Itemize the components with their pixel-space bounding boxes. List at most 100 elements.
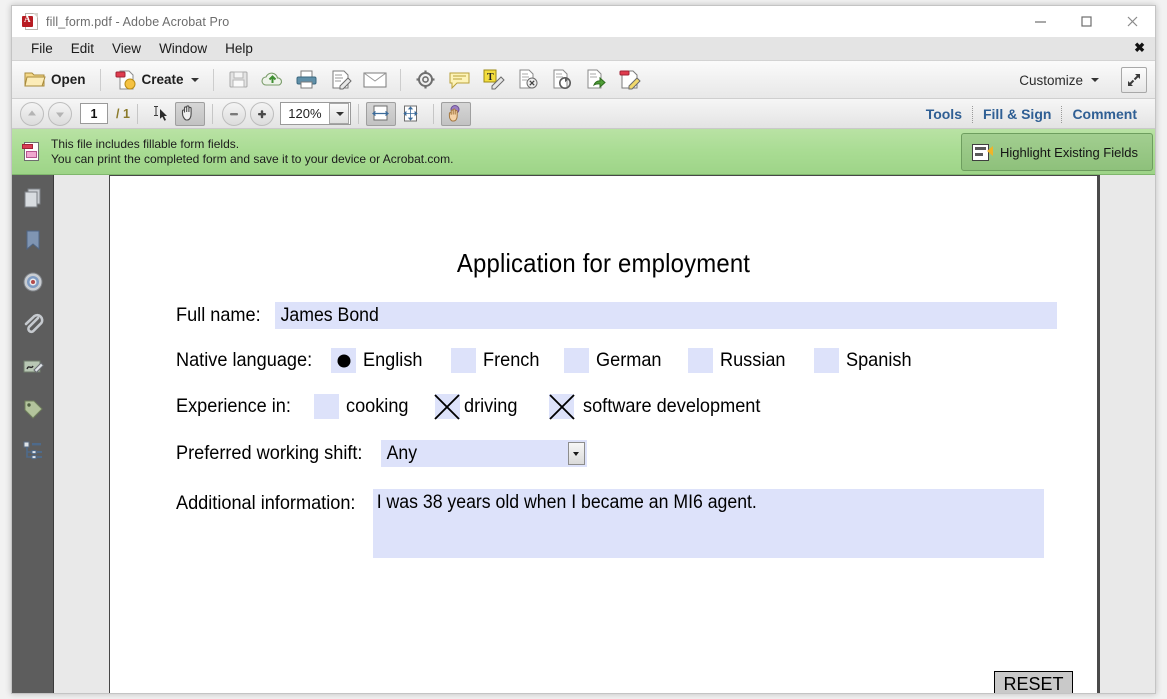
- check-x-mark-icon: [549, 393, 575, 420]
- create-pdf-icon: [115, 70, 137, 90]
- customize-label: Customize: [1019, 72, 1083, 88]
- menu-edit[interactable]: Edit: [62, 37, 103, 61]
- experience-label: Experience in:: [176, 395, 291, 417]
- checkbox-software-development[interactable]: [549, 393, 575, 420]
- rotate-page-icon[interactable]: [545, 65, 579, 95]
- navigation-toolbar: 1 / 1 120% Tools Fill & Sign Comment: [12, 99, 1155, 129]
- radio-german[interactable]: [564, 348, 590, 373]
- menu-view[interactable]: View: [103, 37, 150, 61]
- maximize-button[interactable]: [1063, 6, 1109, 37]
- page-thumbnails-icon[interactable]: [18, 183, 48, 213]
- radio-russian[interactable]: [688, 348, 714, 373]
- chevron-down-icon: [190, 77, 199, 82]
- select-cursor-icon[interactable]: [145, 102, 175, 126]
- create-label: Create: [141, 72, 184, 87]
- menu-help[interactable]: Help: [216, 37, 262, 61]
- pan-and-zoom-icon[interactable]: [440, 101, 471, 126]
- toolbar-divider: [399, 68, 401, 91]
- create-button[interactable]: Create: [109, 65, 205, 95]
- native-language-label: Native language:: [176, 349, 313, 371]
- radio-spanish[interactable]: [813, 348, 839, 373]
- cloud-upload-icon[interactable]: [256, 65, 290, 95]
- menu-bar: File Edit View Window Help ✖: [12, 37, 1155, 61]
- zoom-in-icon[interactable]: [249, 101, 274, 126]
- additional-info-textarea[interactable]: I was 38 years old when I became an MI6 …: [372, 489, 1044, 558]
- radio-russian-label: Russian: [720, 349, 787, 371]
- highlight-fields-icon: [971, 143, 993, 161]
- open-button[interactable]: Open: [18, 65, 92, 95]
- additional-info-label: Additional information:: [176, 492, 356, 514]
- pdf-page: Application for employment Full name: Ja…: [109, 175, 1100, 693]
- chevron-down-icon: [335, 111, 344, 116]
- toolbar-divider: [212, 68, 214, 91]
- bookmarks-icon[interactable]: [18, 225, 48, 255]
- window-title: fill_form.pdf - Adobe Acrobat Pro: [46, 14, 230, 29]
- content-tree-icon[interactable]: [18, 435, 48, 465]
- print-icon[interactable]: [290, 65, 324, 95]
- total-pages-label: / 1: [116, 106, 130, 121]
- export-page-icon[interactable]: [579, 65, 613, 95]
- window-controls: [1017, 6, 1155, 37]
- comment-link[interactable]: Comment: [1062, 106, 1147, 122]
- radio-english[interactable]: [331, 348, 357, 373]
- close-ribbon-icon[interactable]: ✖: [1134, 41, 1145, 55]
- open-label: Open: [51, 72, 86, 87]
- destinations-icon[interactable]: [18, 267, 48, 297]
- highlight-existing-fields-button[interactable]: Highlight Existing Fields: [960, 133, 1153, 171]
- menu-window[interactable]: Window: [150, 37, 216, 61]
- delete-page-icon[interactable]: [511, 65, 545, 95]
- signatures-icon[interactable]: [18, 351, 48, 381]
- next-page-button[interactable]: [48, 101, 72, 126]
- toolbar-divider: [432, 103, 434, 124]
- minimize-button[interactable]: [1017, 6, 1063, 37]
- menu-file[interactable]: File: [22, 37, 62, 61]
- previous-page-button[interactable]: [20, 101, 44, 126]
- notification-line-2: You can print the completed form and sav…: [51, 151, 454, 166]
- tools-link[interactable]: Tools: [916, 106, 972, 122]
- checkbox-software-development-label: software development: [583, 395, 761, 417]
- notification-line-1: This file includes fillable form fields.: [51, 136, 240, 151]
- customize-button[interactable]: Customize: [1019, 61, 1099, 99]
- native-language-row: Native language: English French German R…: [176, 348, 1097, 373]
- zoom-out-icon[interactable]: [221, 101, 246, 126]
- zoom-level-value: 120%: [288, 106, 322, 121]
- fill-and-sign-link[interactable]: Fill & Sign: [973, 106, 1061, 122]
- checkbox-cooking[interactable]: [313, 394, 339, 419]
- chevron-down-icon: [1091, 78, 1099, 82]
- edit-document-icon[interactable]: [613, 65, 647, 95]
- chevron-down-icon[interactable]: [567, 442, 585, 465]
- attachments-icon[interactable]: [18, 309, 48, 339]
- radio-english-label: English: [363, 349, 423, 371]
- fit-width-icon[interactable]: [365, 101, 396, 126]
- document-viewport[interactable]: Application for employment Full name: Ja…: [54, 175, 1155, 693]
- full-name-input[interactable]: James Bond: [275, 302, 1058, 329]
- reset-button[interactable]: RESET: [994, 671, 1073, 693]
- hand-tool-icon[interactable]: [174, 101, 205, 126]
- gear-icon[interactable]: [409, 65, 443, 95]
- open-folder-icon: [24, 70, 46, 89]
- fit-page-icon[interactable]: [396, 102, 426, 126]
- radio-french[interactable]: [451, 348, 477, 373]
- notification-text: This file includes fillable form fields.…: [51, 137, 453, 167]
- full-name-label: Full name:: [176, 304, 261, 326]
- close-button[interactable]: [1109, 6, 1155, 37]
- shift-dropdown[interactable]: Any: [380, 440, 587, 467]
- toolbar-divider: [136, 103, 138, 124]
- page-number-input[interactable]: 1: [80, 103, 108, 124]
- radio-spanish-label: Spanish: [845, 349, 912, 371]
- screen: fill_form.pdf - Adobe Acrobat Pro File E…: [0, 0, 1167, 699]
- sign-document-icon[interactable]: [324, 65, 358, 95]
- comment-bubble-icon[interactable]: [443, 65, 477, 95]
- form-notification-bar: This file includes fillable form fields.…: [12, 129, 1155, 175]
- highlight-button-label: Highlight Existing Fields: [999, 144, 1138, 160]
- expand-view-button[interactable]: [1121, 67, 1147, 93]
- additional-info-value: I was 38 years old when I became an MI6 …: [376, 492, 757, 513]
- highlight-text-icon[interactable]: T: [477, 65, 511, 95]
- email-icon[interactable]: [358, 65, 392, 95]
- zoom-level-control[interactable]: 120%: [279, 102, 351, 125]
- zoom-dropdown-button[interactable]: [328, 103, 349, 124]
- navigation-pane: [12, 175, 54, 693]
- save-icon[interactable]: [222, 65, 256, 95]
- checkbox-driving[interactable]: [434, 393, 460, 420]
- tags-icon[interactable]: [18, 393, 48, 423]
